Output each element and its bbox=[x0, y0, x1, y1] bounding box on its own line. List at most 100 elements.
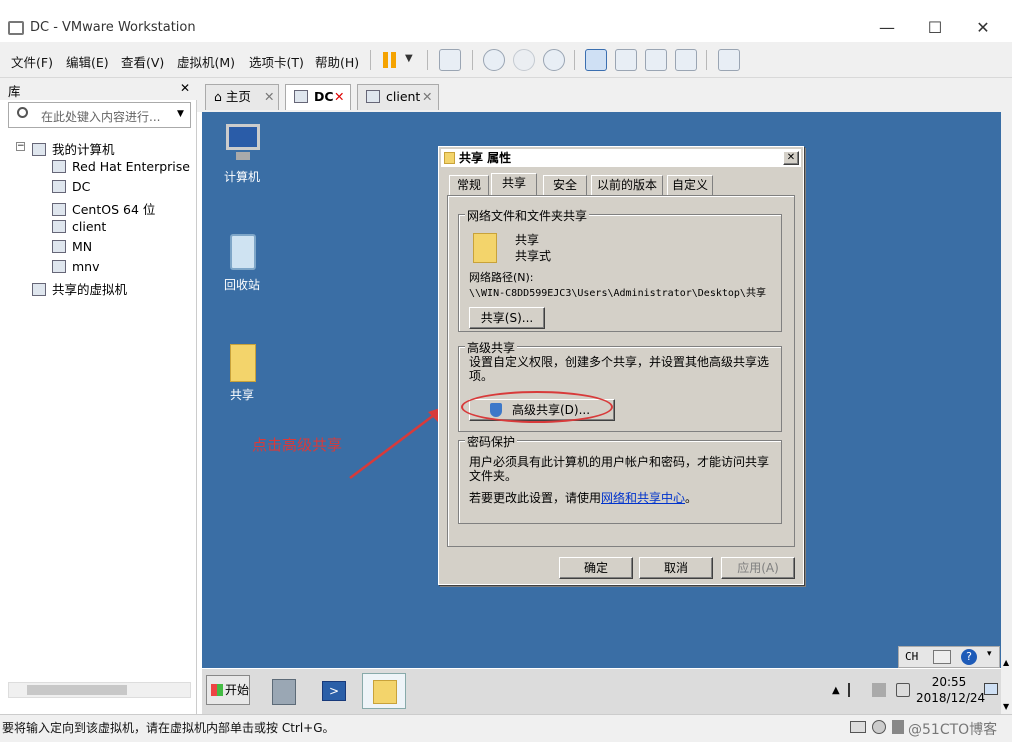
password-protection-group: 密码保护 用户必须具有此计算机的用户帐户和密码，才能访问共享文件夹。 若要更改此… bbox=[458, 433, 782, 524]
explorer-taskbar-button[interactable] bbox=[362, 673, 406, 709]
sidebar-toggle-icon[interactable] bbox=[585, 49, 607, 71]
tab-close-button[interactable]: ✕ bbox=[334, 85, 344, 109]
desktop-icon-share-folder[interactable]: 共享 bbox=[212, 340, 272, 403]
clock-date[interactable]: 2018/12/24 bbox=[916, 691, 985, 705]
vm-view-scrollbar[interactable]: ▲ ▼ bbox=[1001, 112, 1012, 714]
network-adapter-icon[interactable] bbox=[892, 720, 904, 734]
menu-view[interactable]: 查看(V) bbox=[121, 52, 164, 71]
library-header: 库 ✕ bbox=[0, 78, 197, 100]
tab-close-button[interactable]: ✕ bbox=[264, 85, 274, 109]
network-icon[interactable] bbox=[872, 683, 886, 697]
status-bar: 要将输入定向到该虚拟机，请在虚拟机内部单击或按 Ctrl+G。 @51CTO博客 bbox=[0, 714, 1012, 742]
shared-vm-icon bbox=[32, 283, 46, 296]
computer-icon bbox=[222, 122, 262, 164]
scroll-up-icon[interactable]: ▲ bbox=[1003, 658, 1009, 667]
menu-vm[interactable]: 虚拟机(M) bbox=[177, 52, 235, 71]
menu-edit[interactable]: 编辑(E) bbox=[66, 52, 109, 71]
scroll-down-icon[interactable]: ▼ bbox=[1003, 702, 1009, 711]
menu-tabs[interactable]: 选项卡(T) bbox=[249, 52, 304, 71]
start-button[interactable]: 开始 bbox=[206, 675, 250, 705]
tree-item-mnv[interactable]: mnv bbox=[52, 259, 100, 274]
desktop-icon-recycle-bin[interactable]: 回收站 bbox=[212, 230, 272, 293]
fullscreen-icon[interactable] bbox=[645, 49, 667, 71]
recycle-bin-icon bbox=[222, 230, 262, 272]
tab-dc[interactable]: DC ✕ bbox=[285, 84, 351, 110]
minimize-button[interactable]: — bbox=[870, 14, 904, 42]
tab-close-button[interactable]: ✕ bbox=[422, 85, 432, 109]
tab-sharing[interactable]: 共享 bbox=[491, 173, 537, 196]
vm-icon bbox=[52, 180, 66, 193]
console-view-icon[interactable] bbox=[615, 49, 637, 71]
chevron-down-icon[interactable]: ▼ bbox=[405, 53, 413, 64]
group-label: 密码保护 bbox=[465, 433, 518, 450]
tree-item-redhat[interactable]: Red Hat Enterprise L bbox=[52, 159, 192, 174]
tree-item-dc[interactable]: DC bbox=[52, 179, 90, 194]
tree-item-my-computer[interactable]: 我的计算机 bbox=[32, 139, 115, 158]
folder-icon bbox=[473, 233, 497, 263]
snapshot-icon[interactable] bbox=[483, 49, 505, 71]
network-path-value: \\WIN-C8DD599EJC3\Users\Administrator\De… bbox=[469, 288, 766, 299]
cancel-button[interactable]: 取消 bbox=[639, 557, 713, 579]
unity-icon[interactable] bbox=[675, 49, 697, 71]
revert-snapshot-icon[interactable] bbox=[513, 49, 535, 71]
folder-icon bbox=[222, 340, 262, 382]
tab-home[interactable]: ⌂ 主页 ✕ bbox=[205, 84, 279, 110]
tab-customize[interactable]: 自定义 bbox=[667, 175, 713, 195]
vm-icon bbox=[52, 160, 66, 173]
scrollbar-thumb[interactable] bbox=[27, 685, 127, 695]
apply-button[interactable]: 应用(A) bbox=[721, 557, 795, 579]
server-manager-icon[interactable] bbox=[262, 673, 306, 709]
advanced-sharing-group: 高级共享 设置自定义权限，创建多个共享，并设置其他高级共享选项。 高级共享(D)… bbox=[458, 339, 782, 432]
vm-icon bbox=[52, 240, 66, 253]
library-search-input[interactable]: 在此处键入内容进行... ▼ bbox=[8, 102, 191, 128]
tab-general[interactable]: 常规 bbox=[449, 175, 489, 195]
menu-file[interactable]: 文件(F) bbox=[11, 52, 53, 71]
help-icon[interactable]: ? bbox=[961, 649, 977, 665]
network-sharing-group: 网络文件和文件夹共享 共享 共享式 网络路径(N): \\WIN-C8DD599… bbox=[458, 207, 782, 332]
send-keys-icon[interactable] bbox=[439, 49, 461, 71]
library-horizontal-scrollbar[interactable] bbox=[8, 682, 191, 698]
tab-security[interactable]: 安全 bbox=[543, 175, 587, 195]
search-placeholder: 在此处键入内容进行... bbox=[41, 110, 161, 124]
library-pane: 库 ✕ 在此处键入内容进行... ▼ − 我的计算机 Red Hat Enter… bbox=[0, 78, 197, 714]
show-desktop-icon[interactable] bbox=[984, 683, 998, 695]
password-description: 用户必须具有此计算机的用户帐户和密码，才能访问共享文件夹。 bbox=[469, 455, 770, 483]
menu-help[interactable]: 帮助(H) bbox=[315, 52, 359, 71]
toolbar-separator bbox=[574, 50, 575, 70]
guest-tray-tools: CH ? ▾ bbox=[898, 646, 1000, 668]
menu-bar: 文件(F) 编辑(E) 查看(V) 虚拟机(M) 选项卡(T) 帮助(H) ▼ bbox=[0, 42, 1012, 78]
cd-rom-icon[interactable] bbox=[872, 720, 886, 734]
dialog-close-button[interactable]: ✕ bbox=[783, 151, 799, 165]
search-dropdown-icon[interactable]: ▼ bbox=[177, 109, 184, 119]
action-center-flag-icon[interactable] bbox=[848, 683, 862, 697]
volume-icon[interactable] bbox=[896, 683, 910, 697]
tree-item-centos[interactable]: CentOS 64 位 bbox=[52, 199, 155, 218]
ok-button[interactable]: 确定 bbox=[559, 557, 633, 579]
guest-taskbar: 开始 > ▲ 20:55 2018/12/24 bbox=[202, 668, 1001, 714]
share-name: 共享 bbox=[515, 233, 540, 247]
clock-time[interactable]: 20:55 bbox=[916, 675, 982, 689]
tree-collapse-icon[interactable]: − bbox=[16, 142, 25, 151]
input-language-indicator[interactable]: CH bbox=[905, 650, 918, 663]
maximize-button[interactable]: ☐ bbox=[918, 14, 952, 42]
desktop-icon-computer[interactable]: 计算机 bbox=[212, 122, 272, 185]
chevron-down-icon[interactable]: ▾ bbox=[987, 649, 992, 659]
snapshot-manager-icon[interactable] bbox=[543, 49, 565, 71]
library-title: 库 bbox=[8, 84, 21, 99]
tree-item-client[interactable]: client bbox=[52, 219, 106, 234]
tab-client[interactable]: client ✕ bbox=[357, 84, 439, 110]
share-button[interactable]: 共享(S)... bbox=[469, 307, 545, 329]
chevron-up-icon[interactable]: ▲ bbox=[832, 685, 840, 696]
status-text: 要将输入定向到该虚拟机，请在虚拟机内部单击或按 Ctrl+G。 bbox=[2, 721, 335, 735]
powershell-icon[interactable]: > bbox=[312, 673, 356, 709]
keyboard-icon[interactable] bbox=[933, 650, 951, 664]
tree-item-shared-vms[interactable]: 共享的虚拟机 bbox=[32, 279, 127, 298]
close-window-button[interactable]: ✕ bbox=[966, 14, 1000, 42]
library-close-button[interactable]: ✕ bbox=[180, 81, 190, 95]
tab-previous-versions[interactable]: 以前的版本 bbox=[591, 175, 663, 195]
network-sharing-center-link[interactable]: 网络和共享中心 bbox=[601, 491, 685, 505]
hard-disk-icon[interactable] bbox=[850, 721, 866, 733]
pause-icon[interactable] bbox=[383, 52, 397, 68]
preferences-icon[interactable] bbox=[718, 49, 740, 71]
tree-item-mn[interactable]: MN bbox=[52, 239, 92, 254]
